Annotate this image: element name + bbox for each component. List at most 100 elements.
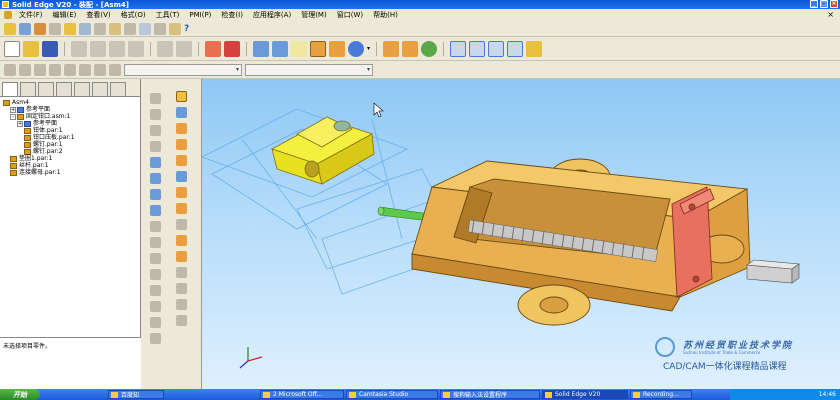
command-icon[interactable]: [175, 107, 187, 118]
feature-icon[interactable]: [49, 22, 61, 35]
command-icon[interactable]: [149, 141, 161, 152]
print-icon[interactable]: [71, 40, 87, 57]
tree-toggle[interactable]: +: [10, 106, 16, 113]
paste-icon[interactable]: [128, 40, 144, 57]
assembly-tool-icon[interactable]: [109, 63, 121, 76]
command-icon[interactable]: [149, 93, 161, 104]
undo-icon[interactable]: [157, 40, 173, 57]
feature-icon[interactable]: [139, 22, 151, 35]
tree-node[interactable]: 连接螺母.par:1: [3, 169, 137, 176]
assembly-tool-icon[interactable]: [19, 63, 31, 76]
command-icon[interactable]: [175, 267, 187, 278]
assembly-tool-icon[interactable]: [64, 63, 76, 76]
tab-engineering[interactable]: [92, 82, 108, 96]
menu-pmi[interactable]: PMI(P): [184, 11, 216, 19]
command-icon[interactable]: [149, 205, 161, 216]
view-top-icon[interactable]: [291, 40, 307, 57]
tree-node[interactable]: 钳体.par:1: [3, 127, 137, 134]
taskbar-item[interactable]: 百度知: [108, 390, 164, 399]
tree-node[interactable]: + 参考平面: [3, 120, 137, 127]
zoom-area-icon[interactable]: [450, 40, 467, 57]
command-icon[interactable]: [149, 173, 161, 184]
command-icon[interactable]: [175, 171, 187, 182]
redo-icon[interactable]: [176, 40, 192, 57]
command-icon[interactable]: [149, 269, 161, 280]
insert-part-icon[interactable]: [205, 40, 221, 57]
assembly-tool-icon[interactable]: [79, 63, 91, 76]
tree-node[interactable]: 丝杆.par:1: [3, 162, 137, 169]
feature-icon[interactable]: [64, 22, 76, 35]
feature-icon[interactable]: [109, 22, 121, 35]
menu-format[interactable]: 格式(O): [116, 10, 151, 20]
command-icon[interactable]: [175, 139, 187, 150]
feature-icon[interactable]: [34, 22, 46, 35]
command-icon[interactable]: [149, 285, 161, 296]
command-icon[interactable]: [175, 251, 187, 262]
tree-node[interactable]: Asm4: [3, 99, 137, 106]
shaded-edges-icon[interactable]: [329, 40, 345, 57]
tab-parts-library[interactable]: [20, 82, 36, 96]
menu-file[interactable]: 文件(F): [14, 10, 48, 20]
tab-layers[interactable]: [38, 82, 54, 96]
feature-icon[interactable]: [154, 22, 166, 35]
component-icon[interactable]: [224, 40, 240, 57]
command-icon[interactable]: [149, 253, 161, 264]
command-icon[interactable]: [149, 317, 161, 328]
cut-icon[interactable]: [90, 40, 106, 57]
style-combo[interactable]: ▾: [124, 63, 242, 76]
start-button[interactable]: 开始: [0, 389, 40, 400]
command-icon[interactable]: [149, 333, 161, 344]
whats-this-icon[interactable]: [526, 40, 543, 57]
tab-sensors[interactable]: [74, 82, 90, 96]
command-icon[interactable]: [149, 301, 161, 312]
menu-inspect[interactable]: 检查(I): [216, 10, 248, 20]
feature-icon[interactable]: [169, 22, 181, 35]
taskbar-item[interactable]: 搜狗输入法设置程序: [440, 390, 540, 399]
tab-reports[interactable]: [110, 82, 126, 96]
close-button[interactable]: ×: [830, 0, 838, 8]
new-file-icon[interactable]: [4, 40, 20, 57]
menu-manage[interactable]: 管理(M): [296, 10, 332, 20]
tab-features[interactable]: [56, 82, 72, 96]
menu-help[interactable]: 帮助(H): [368, 10, 403, 20]
command-icon[interactable]: [149, 221, 161, 232]
help-icon[interactable]: ?: [184, 24, 189, 34]
command-icon[interactable]: [175, 235, 187, 246]
save-icon[interactable]: [42, 40, 58, 57]
assembly-tool-icon[interactable]: [49, 63, 61, 76]
menu-view[interactable]: 查看(V): [81, 10, 115, 20]
graphics-viewport[interactable]: 苏州经贸职业技术学院 Suzhou Institute of Trade & C…: [202, 79, 840, 389]
minimize-button[interactable]: _: [810, 0, 818, 8]
document-close-button[interactable]: ×: [827, 10, 834, 19]
style-2-icon[interactable]: [402, 40, 419, 57]
command-icon[interactable]: [175, 187, 187, 198]
command-icon[interactable]: [175, 299, 187, 310]
command-icon[interactable]: [175, 123, 187, 134]
taskbar-item[interactable]: 2 Microsoft Off...: [260, 390, 344, 399]
feature-icon[interactable]: [4, 22, 16, 35]
tree-toggle[interactable]: +: [17, 120, 23, 127]
maximize-button[interactable]: □: [820, 0, 828, 8]
style-icon[interactable]: [383, 40, 400, 57]
menu-applications[interactable]: 应用程序(A): [248, 10, 296, 20]
command-icon[interactable]: [149, 125, 161, 136]
feature-icon[interactable]: [19, 22, 31, 35]
view-front-icon[interactable]: [272, 40, 288, 57]
feature-icon[interactable]: [79, 22, 91, 35]
command-icon[interactable]: [149, 189, 161, 200]
taskbar-item-active[interactable]: Solid Edge V20: [542, 390, 628, 399]
feature-icon[interactable]: [94, 22, 106, 35]
command-icon[interactable]: [149, 109, 161, 120]
taskbar-item[interactable]: Camtasia Studio: [346, 390, 438, 399]
tree-node[interactable]: + 参考平面: [3, 106, 137, 113]
tab-pathfinder[interactable]: [2, 82, 18, 96]
command-icon[interactable]: [175, 315, 187, 326]
open-folder-icon[interactable]: [23, 40, 39, 57]
command-icon[interactable]: [175, 155, 187, 166]
command-icon[interactable]: [175, 203, 187, 214]
taskbar-item[interactable]: Recording...: [630, 390, 692, 399]
command-icon[interactable]: [175, 283, 187, 294]
tree-node[interactable]: 钳口压板.par:1: [3, 134, 137, 141]
menu-edit[interactable]: 编辑(E): [48, 10, 82, 20]
feature-icon[interactable]: [124, 22, 136, 35]
